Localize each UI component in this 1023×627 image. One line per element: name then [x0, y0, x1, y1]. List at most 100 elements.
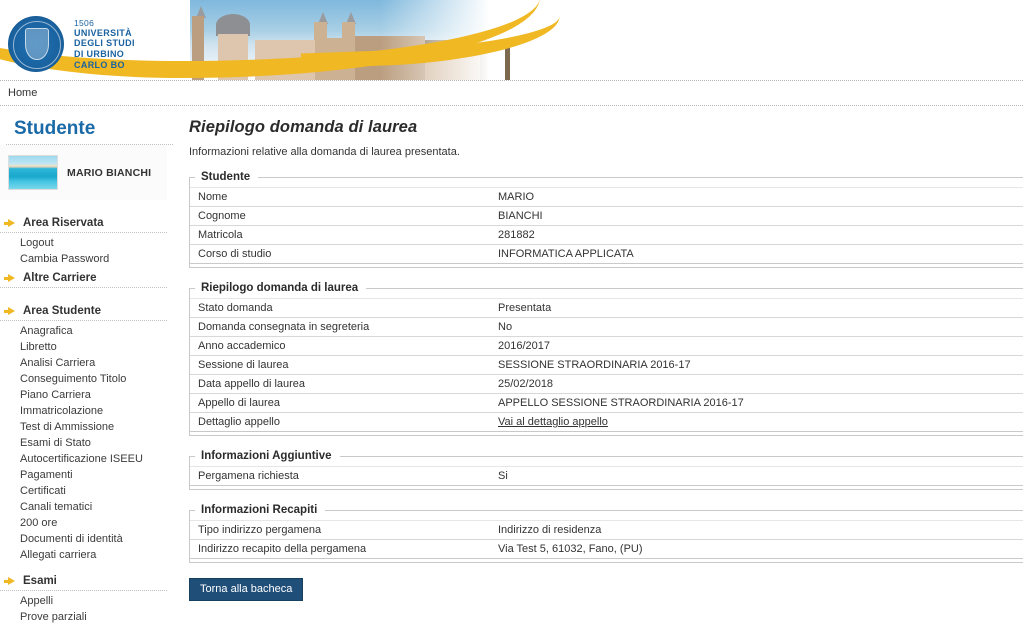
university-logo[interactable]: 1506 UNIVERSITÀ DEGLI STUDI DI URBINO CA…: [8, 16, 135, 72]
sidebar-item-pagamenti[interactable]: Pagamenti: [0, 467, 175, 483]
row-value-cell: BIANCHI: [490, 206, 1023, 226]
site-header: 1506 UNIVERSITÀ DEGLI STUDI DI URBINO CA…: [0, 0, 1023, 80]
table-row: Indirizzo recapito della pergamena Via Te…: [190, 539, 1023, 559]
summary-sections: Studente Nome MARIO Cognome BIANCHI Matricola…: [189, 171, 1023, 563]
sidebar-group-esami: Esami AppelliProve parzialiBacheca prenot…: [0, 572, 175, 627]
sidebar-item-200-ore[interactable]: 200 ore: [0, 515, 175, 531]
panel-legend: Studente: [201, 171, 251, 183]
sidebar-group-label: Area Riservata: [23, 217, 104, 229]
page-body: Studente MARIO BIANCHI Area Riservata Log…: [0, 106, 1023, 627]
avatar: [8, 155, 58, 190]
sidebar-item-anagrafica[interactable]: Anagrafica: [0, 323, 175, 339]
row-label: Domanda consegnata in segreteria: [190, 317, 490, 337]
row-value-cell: Indirizzo di residenza: [490, 520, 1023, 540]
row-value-cell: SESSIONE STRAORDINARIA 2016-17: [490, 355, 1023, 375]
page-title: Riepilogo domanda di laurea: [189, 118, 418, 136]
panel-studente: Studente Nome MARIO Cognome BIANCHI Matricola…: [189, 171, 1023, 268]
row-value-cell: Presentata: [490, 298, 1023, 318]
table-row: Matricola 281882: [190, 225, 1023, 245]
sidebar-group-label: Esami: [23, 575, 57, 587]
row-label: Matricola: [190, 225, 490, 245]
sidebar-sublist: Anagrafica Libretto Analisi Carriera Conseg…: [0, 321, 175, 563]
sidebar: Studente MARIO BIANCHI Area Riservata Log…: [0, 106, 175, 627]
sidebar-navigation: Area Riservata Logout Cambia Password Altre…: [0, 214, 175, 627]
row-label: Tipo indirizzo pergamena: [190, 520, 490, 540]
summary-table: Stato domanda Presentata Domanda consegnat…: [190, 298, 1023, 432]
sidebar-item-allegati-carriera[interactable]: Allegati carriera: [0, 547, 175, 563]
panel-informazioni-aggiuntive: Informazioni Aggiuntive Pergamena richies…: [189, 450, 1023, 490]
main-content: Riepilogo domanda di laurea Informazioni…: [175, 106, 1023, 601]
row-label: Anno accademico: [190, 336, 490, 356]
sidebar-sublist: AppelliProve parzialiBacheca prenotazion…: [0, 591, 175, 627]
sidebar-group-label: Area Studente: [23, 305, 101, 317]
sidebar-group-header-altre-carriere[interactable]: Altre Carriere: [0, 269, 167, 288]
row-label: Corso di studio: [190, 244, 490, 264]
row-label: Pergamena richiesta: [190, 466, 490, 486]
sidebar-item-cambia-password[interactable]: Cambia Password: [0, 251, 175, 267]
sidebar-item-esami-di-stato[interactable]: Esami di Stato: [0, 435, 175, 451]
table-row: Corso di studio INFORMATICA APPLICATA: [190, 244, 1023, 264]
page-description: Informazioni relative alla domanda di la…: [189, 146, 460, 158]
table-row: Appello di laurea APPELLO SESSIONE STRAOR…: [190, 393, 1023, 413]
sidebar-item-conseguimento-titolo[interactable]: Conseguimento Titolo: [0, 371, 175, 387]
table-row: Anno accademico 2016/2017: [190, 336, 1023, 356]
row-label: Sessione di laurea: [190, 355, 490, 375]
sidebar-group-altre-carriere: Altre Carriere: [0, 269, 175, 288]
user-card: MARIO BIANCHI: [0, 145, 167, 200]
row-value-cell: 281882: [490, 225, 1023, 245]
sidebar-item-immatricolazione[interactable]: Immatricolazione: [0, 403, 175, 419]
row-label: Dettaglio appello: [190, 412, 490, 432]
university-wordmark: 1506 UNIVERSITÀ DEGLI STUDI DI URBINO CA…: [74, 18, 135, 70]
user-name: MARIO BIANCHI: [67, 166, 152, 179]
table-row: Sessione di laurea SESSIONE STRAORDINARIA…: [190, 355, 1023, 375]
arrow-right-icon: [4, 577, 15, 585]
table-row: Data appello di laurea 25/02/2018: [190, 374, 1023, 394]
sidebar-item-libretto[interactable]: Libretto: [0, 339, 175, 355]
table-row: Tipo indirizzo pergamena Indirizzo di res…: [190, 520, 1023, 540]
sidebar-group-label: Altre Carriere: [23, 272, 97, 284]
table-row: Cognome BIANCHI: [190, 206, 1023, 226]
row-value-cell: 2016/2017: [490, 336, 1023, 356]
sidebar-group-header-esami[interactable]: Esami: [0, 572, 167, 591]
row-label: Cognome: [190, 206, 490, 226]
breadcrumb-item-home[interactable]: Home: [8, 87, 37, 99]
panel-legend: Informazioni Recapiti: [201, 504, 318, 516]
sidebar-item-autocertificazione-iseeu[interactable]: Autocertificazione ISEEU: [0, 451, 175, 467]
sidebar-item-certificati[interactable]: Certificati: [0, 483, 175, 499]
row-value-cell: APPELLO SESSIONE STRAORDINARIA 2016-17: [490, 393, 1023, 413]
back-to-bacheca-button[interactable]: Torna alla bacheca: [189, 578, 304, 601]
row-label: Indirizzo recapito della pergamena: [190, 539, 490, 559]
sidebar-item-piano-carriera[interactable]: Piano Carriera: [0, 387, 175, 403]
sidebar-item-test-di-ammissione[interactable]: Test di Ammissione: [0, 419, 175, 435]
row-label: Data appello di laurea: [190, 374, 490, 394]
breadcrumb: Home: [0, 80, 1023, 106]
appello-detail-link[interactable]: Vai al dettaglio appello: [498, 416, 608, 428]
row-value-cell: Vai al dettaglio appello: [490, 412, 1023, 432]
arrow-right-icon: [4, 219, 15, 227]
row-value-cell: Si: [490, 466, 1023, 486]
row-value-cell: MARIO: [490, 187, 1023, 207]
sidebar-item-appelli[interactable]: Appelli: [0, 593, 175, 609]
sidebar-group-area-studente: Area Studente Anagrafica Libretto Analisi C…: [0, 302, 175, 563]
sidebar-group-header-area-riservata[interactable]: Area Riservata: [0, 214, 167, 233]
sidebar-item-prove-parziali[interactable]: Prove parziali: [0, 609, 175, 625]
sidebar-item-analisi-carriera[interactable]: Analisi Carriera: [0, 355, 175, 371]
logo-line-4: CARLO BO: [74, 59, 125, 70]
panel-riepilogo-domanda-di-laurea: Riepilogo domanda di laurea Stato domanda…: [189, 282, 1023, 436]
row-value-cell: No: [490, 317, 1023, 337]
panel-informazioni-recapiti: Informazioni Recapiti Tipo indirizzo perg…: [189, 504, 1023, 563]
table-row: Domanda consegnata in segreteria No: [190, 317, 1023, 337]
row-label: Stato domanda: [190, 298, 490, 318]
action-row: Torna alla bacheca: [189, 577, 1023, 601]
university-seal-icon: [8, 16, 64, 72]
sidebar-item-logout[interactable]: Logout: [0, 235, 175, 251]
sidebar-group-header-area-studente[interactable]: Area Studente: [0, 302, 167, 321]
sidebar-item-documenti-di-identit[interactable]: Documenti di identità: [0, 531, 175, 547]
arrow-right-icon: [4, 274, 15, 282]
logo-line-1: UNIVERSITÀ: [74, 27, 133, 38]
summary-table: Tipo indirizzo pergamena Indirizzo di res…: [190, 520, 1023, 559]
sidebar-item-canali-tematici[interactable]: Canali tematici: [0, 499, 175, 515]
sidebar-title: Studente: [6, 118, 173, 145]
row-value-cell: Via Test 5, 61032, Fano, (PU): [490, 539, 1023, 559]
logo-line-3: DI URBINO: [74, 49, 125, 59]
